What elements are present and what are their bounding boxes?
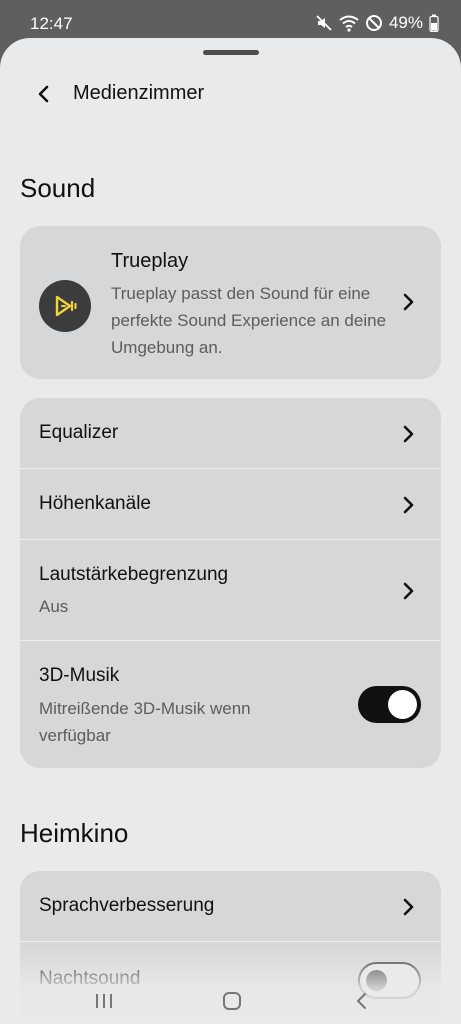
equalizer-row[interactable]: Equalizer [20, 398, 441, 469]
chevron-right-icon [403, 582, 414, 600]
wifi-icon [339, 14, 359, 32]
back-icon [357, 993, 366, 1009]
height-channels-label: Höhenkanäle [39, 493, 151, 514]
recents-button[interactable] [84, 986, 124, 1016]
home-icon [223, 992, 241, 1010]
nav-back-button[interactable] [342, 986, 382, 1016]
status-icons: 49% [315, 13, 439, 33]
navigation-bar [0, 976, 461, 1024]
3d-music-row: 3D-Musik Mitreißende 3D-Musik wenn verfü… [20, 641, 441, 768]
height-channels-row[interactable]: Höhenkanäle [20, 469, 441, 540]
chevron-right-icon [403, 293, 414, 311]
drag-handle[interactable] [203, 50, 259, 55]
section-title-home-theater: Heimkino [20, 818, 129, 848]
3d-music-label: 3D-Musik [39, 665, 120, 686]
dnd-icon [365, 14, 383, 32]
chevron-right-icon [403, 496, 414, 514]
chevron-right-icon [403, 425, 414, 443]
volume-limit-label: Lautstärkebegrenzung [39, 564, 229, 585]
3d-music-toggle[interactable] [358, 686, 421, 723]
volume-limit-value: Aus [39, 597, 69, 616]
trueplay-title: Trueplay [111, 250, 189, 272]
back-button[interactable] [30, 80, 58, 108]
bottom-sheet: Medienzimmer Sound Trueplay Trueplay pas… [0, 38, 461, 1024]
page-title: Medienzimmer [73, 82, 205, 104]
status-time: 12:47 [30, 14, 73, 33]
speech-enhancement-label: Sprachverbesserung [39, 895, 215, 916]
trueplay-card[interactable]: Trueplay Trueplay passt den Sound für ei… [20, 226, 441, 379]
toggle-knob [388, 690, 417, 719]
recents-icon [96, 994, 112, 1008]
3d-music-description: Mitreißende 3D-Musik wenn verfügbar [39, 699, 251, 745]
trueplay-description: Trueplay passt den Sound für eine perfek… [111, 284, 387, 357]
trueplay-icon [39, 280, 91, 332]
section-title-sound: Sound [20, 173, 96, 203]
home-button[interactable] [212, 986, 252, 1016]
battery-level: 49% [388, 13, 423, 32]
battery-icon [429, 14, 439, 32]
sound-settings-card: Equalizer Höhenkanäle Lautstärkebegrenzu… [20, 398, 441, 768]
chevron-right-icon [403, 898, 414, 916]
volume-limit-row[interactable]: Lautstärkebegrenzung Aus [20, 540, 441, 641]
speech-enhancement-row[interactable]: Sprachverbesserung [20, 871, 441, 942]
equalizer-label: Equalizer [39, 422, 119, 443]
top-bar: Medienzimmer [0, 74, 461, 110]
mute-icon [315, 14, 333, 32]
chevron-left-icon [38, 85, 49, 103]
